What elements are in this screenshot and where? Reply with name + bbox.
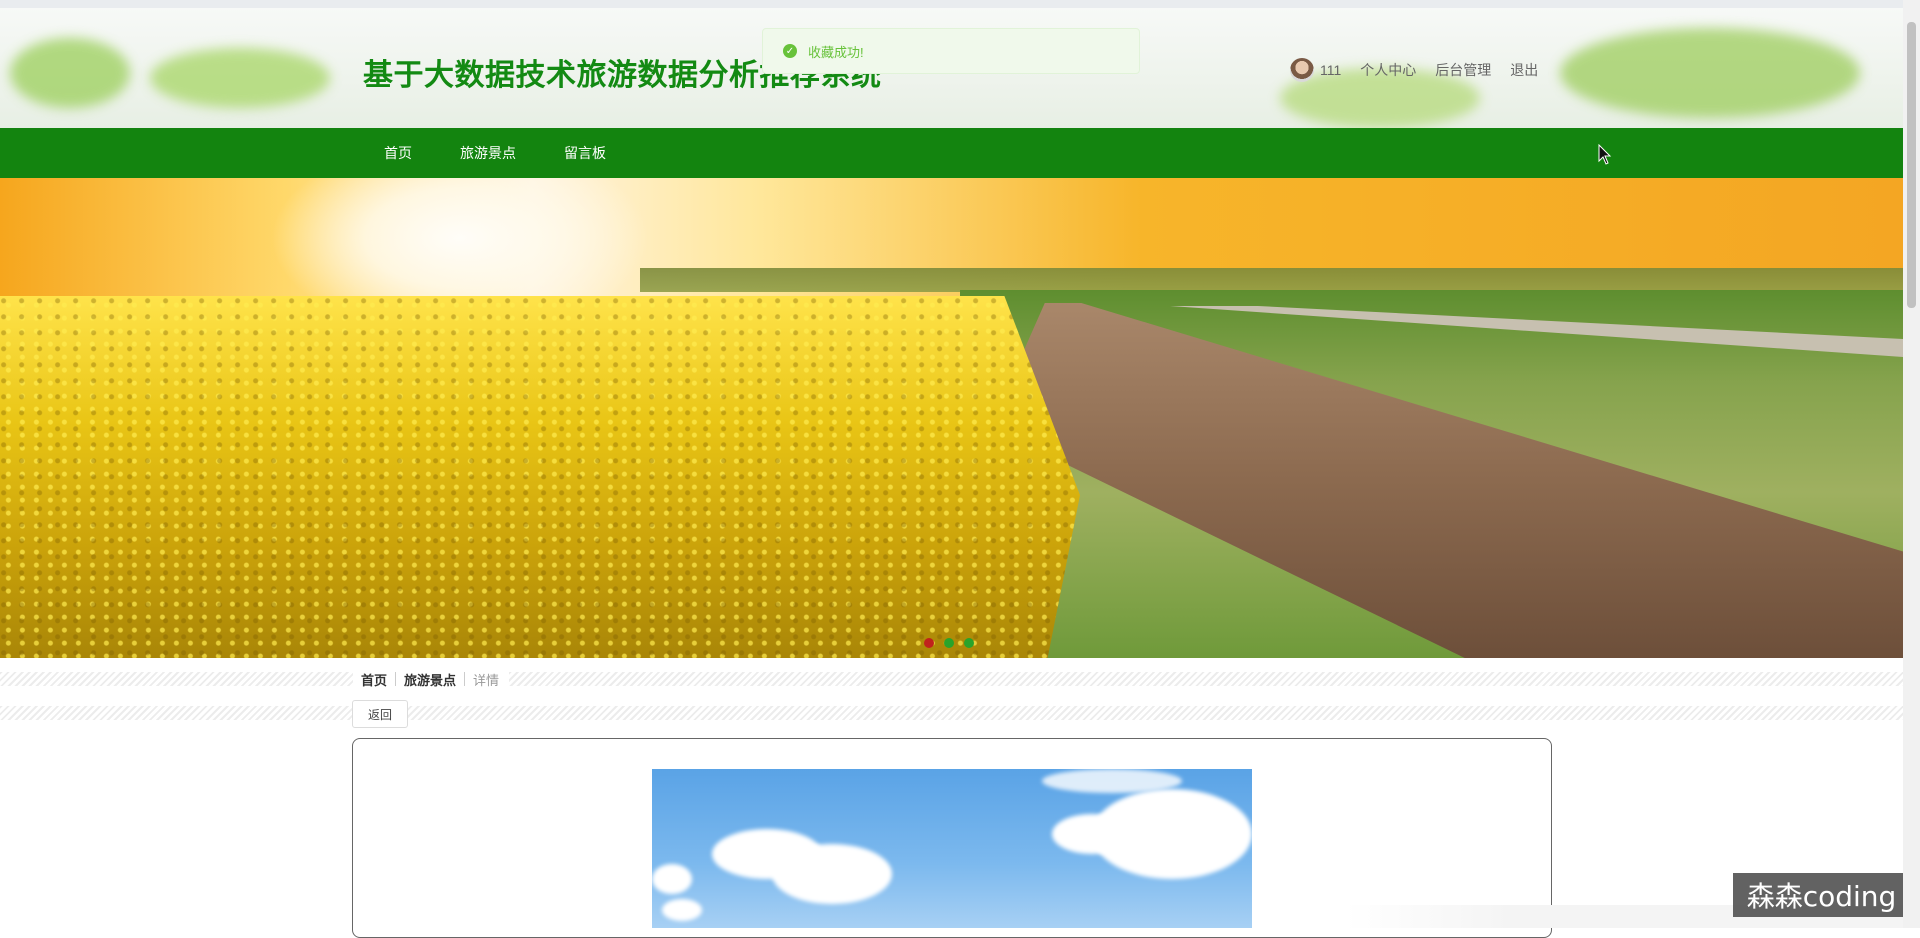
cloud <box>1042 769 1182 793</box>
username: 111 <box>1320 62 1342 78</box>
carousel-indicators <box>924 638 974 648</box>
breadcrumb-detail: 详情 <box>473 672 500 688</box>
nav-item-scenic-spots[interactable]: 旅游景点 <box>460 128 516 178</box>
main-nav: 首页 旅游景点 留言板 <box>0 128 1903 178</box>
hero-banner[interactable] <box>0 178 1903 658</box>
cloud <box>1052 814 1132 854</box>
scenic-spot-image <box>652 769 1252 928</box>
cloud <box>652 864 692 894</box>
back-button[interactable]: 返回 <box>352 700 408 728</box>
admin-link[interactable]: 后台管理 <box>1435 60 1491 80</box>
carousel-dot-1[interactable] <box>924 638 934 648</box>
nav-item-home[interactable]: 首页 <box>384 128 412 178</box>
decorative-foliage <box>1560 28 1860 118</box>
carousel-dot-2[interactable] <box>944 638 954 648</box>
breadcrumb-separator <box>464 672 466 686</box>
watermark: 森森coding <box>1733 873 1910 917</box>
carousel-dot-3[interactable] <box>964 638 974 648</box>
avatar[interactable] <box>1290 58 1314 82</box>
breadcrumb-home[interactable]: 首页 <box>361 670 387 689</box>
user-area: 111 个人中心 后台管理 退出 <box>1290 58 1557 82</box>
breadcrumb: 首页 旅游景点 详情 <box>353 669 510 689</box>
mouse-cursor-icon <box>1598 144 1612 165</box>
decorative-foliage <box>150 48 330 108</box>
scrollbar-thumb[interactable] <box>1907 22 1916 308</box>
nav-item-message-board[interactable]: 留言板 <box>564 128 606 178</box>
banner-rapeseed-field <box>0 296 1080 658</box>
logout-link[interactable]: 退出 <box>1510 60 1538 80</box>
banner-treeline <box>640 268 1903 292</box>
cloud <box>662 899 702 921</box>
check-circle-icon: ✓ <box>783 44 797 58</box>
breadcrumb-divider <box>0 672 1903 686</box>
breadcrumb-scenic-spots[interactable]: 旅游景点 <box>404 670 456 689</box>
vertical-scrollbar[interactable] <box>1903 0 1920 928</box>
personal-center-link[interactable]: 个人中心 <box>1360 60 1416 80</box>
toast-message: 收藏成功! <box>808 44 864 60</box>
cloud <box>772 844 892 904</box>
action-divider <box>0 706 1903 720</box>
decorative-foliage <box>10 38 130 108</box>
breadcrumb-separator <box>395 672 397 686</box>
top-border <box>0 0 1903 8</box>
success-toast: ✓ 收藏成功! <box>762 28 1140 74</box>
